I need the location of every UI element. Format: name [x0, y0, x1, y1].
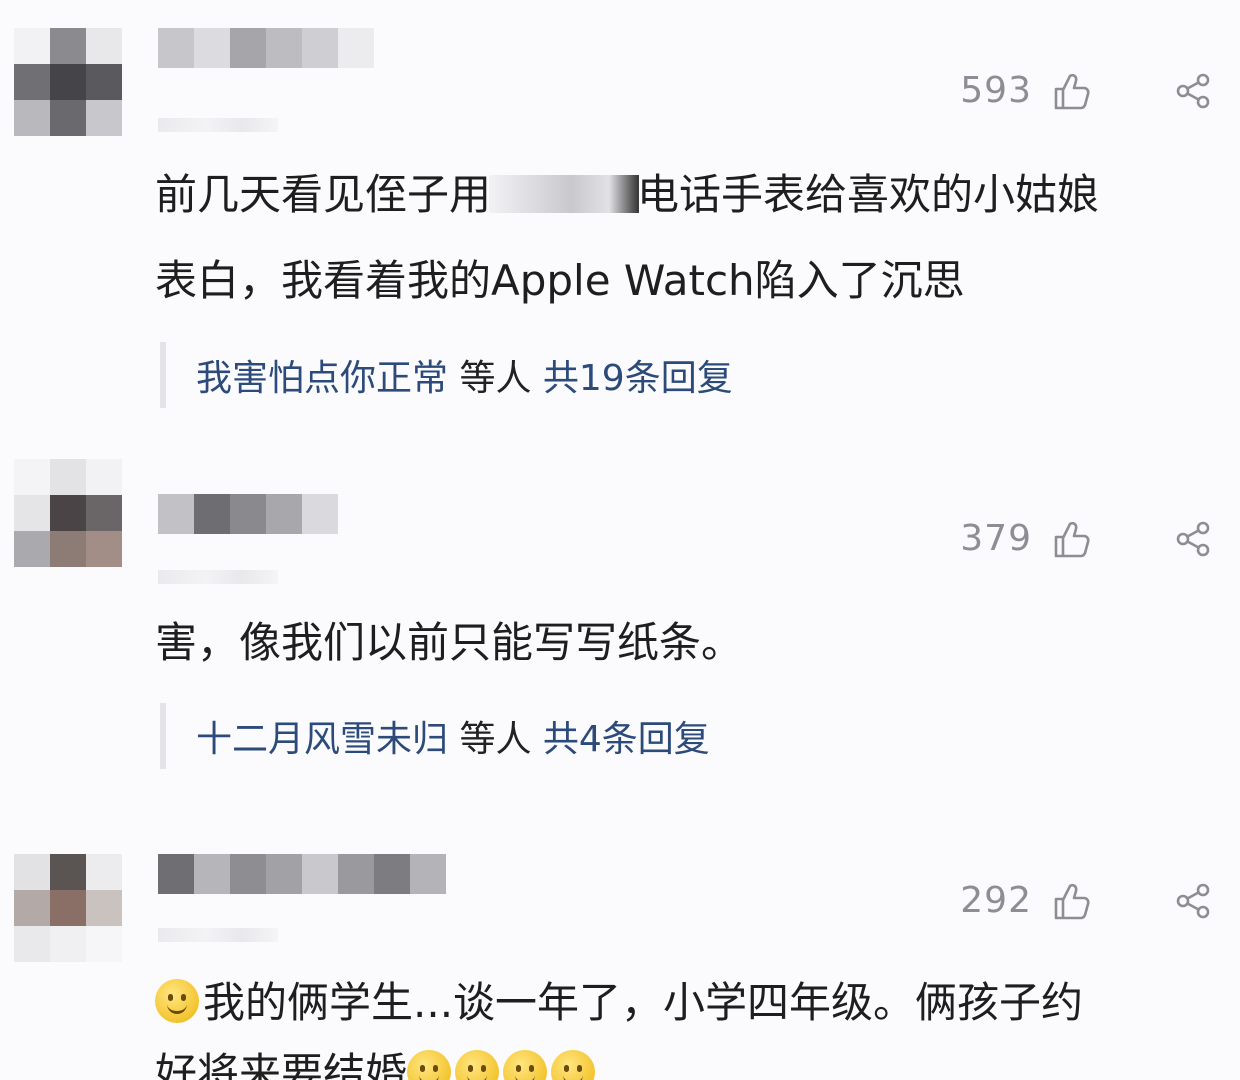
- grin-emoji-icon: [551, 1050, 596, 1080]
- username-blurred[interactable]: [158, 28, 374, 68]
- share-icon[interactable]: [1174, 882, 1212, 920]
- reply-count-link[interactable]: 共4条回复: [543, 719, 710, 760]
- thumbs-up-icon[interactable]: [1052, 519, 1092, 559]
- reply-summary[interactable]: 我害怕点你正常 等人 共19条回复: [160, 342, 733, 408]
- thumbs-up-icon[interactable]: [1052, 881, 1092, 921]
- smile-emoji-icon: [155, 979, 199, 1023]
- grin-emoji-icon: [503, 1050, 548, 1080]
- avatar[interactable]: [14, 28, 122, 136]
- timestamp-blurred: [158, 570, 278, 584]
- reply-user-link[interactable]: 我害怕点你正常: [196, 358, 448, 399]
- thumbs-up-icon[interactable]: [1052, 71, 1092, 111]
- timestamp-blurred: [158, 928, 278, 942]
- comment-actions: 379: [960, 518, 1212, 559]
- reply-mid-text: 等人: [448, 719, 543, 760]
- comment-actions: 593: [960, 70, 1212, 111]
- comment-text: 我的俩学生...谈一年了，小学四年级。俩孩子约: [155, 960, 1200, 1046]
- username-blurred[interactable]: [158, 494, 338, 534]
- like-count: 593: [960, 70, 1032, 111]
- grin-emoji-icon: [407, 1050, 452, 1080]
- username-blurred[interactable]: [158, 854, 446, 894]
- avatar[interactable]: [14, 459, 122, 567]
- grin-emoji-icon: [455, 1050, 500, 1080]
- reply-summary[interactable]: 十二月风雪未归 等人 共4条回复: [160, 703, 710, 769]
- comment-text: 害，像我们以前只能写写纸条。: [155, 618, 744, 667]
- reply-count-link[interactable]: 共19条回复: [543, 358, 733, 399]
- share-icon[interactable]: [1174, 72, 1212, 110]
- reply-divider: [160, 342, 166, 408]
- reply-mid-text: 等人: [448, 358, 543, 399]
- share-icon[interactable]: [1174, 520, 1212, 558]
- comment-actions: 292: [960, 880, 1212, 921]
- avatar[interactable]: [14, 854, 122, 962]
- like-count: 379: [960, 518, 1032, 559]
- redacted-brand: [489, 175, 640, 213]
- reply-divider: [160, 703, 166, 769]
- timestamp-blurred: [158, 118, 278, 132]
- comment-text: 前几天看见侄子用 电话手表给喜欢的小姑娘 表白，我看着我的Apple Watch陷…: [155, 170, 1100, 305]
- comment-text-cut-off: 好将来要结婚: [155, 1050, 1215, 1080]
- like-count: 292: [960, 880, 1032, 921]
- reply-user-link[interactable]: 十二月风雪未归: [196, 719, 448, 760]
